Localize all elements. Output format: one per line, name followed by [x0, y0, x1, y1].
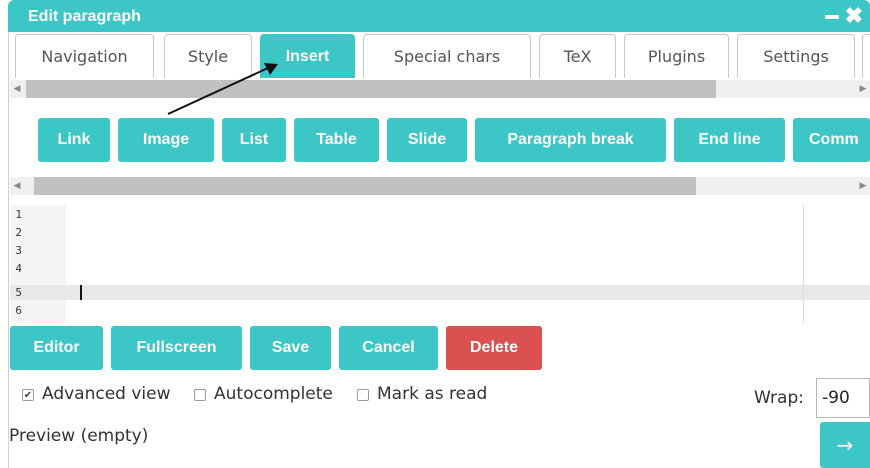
minimize-icon[interactable]	[825, 15, 839, 19]
toolbar-scroll-thumb[interactable]	[34, 177, 696, 195]
paragraph-break-button[interactable]: Paragraph break	[475, 118, 666, 162]
line-number: 2	[15, 226, 22, 239]
end-line-button[interactable]: End line	[674, 118, 785, 162]
tab-overflow[interactable]	[862, 34, 870, 78]
tab-plugins[interactable]: Plugins	[624, 34, 729, 78]
tab-special-chars[interactable]: Special chars	[363, 34, 531, 78]
editor-margin-line	[803, 205, 804, 323]
autocomplete-label: Autocomplete	[214, 384, 333, 404]
annotation-arrow-icon	[167, 63, 278, 115]
tab-settings[interactable]: Settings	[737, 34, 855, 78]
wrap-label: Wrap:	[754, 388, 804, 408]
preview-text: Preview (empty)	[9, 426, 149, 446]
fullscreen-button[interactable]: Fullscreen	[111, 326, 242, 370]
line-number: 6	[15, 304, 22, 317]
dialog-title: Edit paragraph	[28, 8, 141, 25]
close-icon[interactable]: ✖	[843, 5, 865, 27]
mark-as-read-checkbox[interactable]	[357, 389, 369, 401]
scroll-left-icon[interactable]: ◀	[10, 177, 24, 195]
list-button[interactable]: List	[222, 118, 286, 162]
image-button[interactable]: Image	[118, 118, 214, 162]
tabs-scrollbar[interactable]: ◀ ▶	[10, 80, 870, 98]
arrow-right-icon: →	[836, 433, 854, 457]
scroll-right-icon[interactable]: ▶	[856, 80, 870, 98]
scroll-right-icon[interactable]: ▶	[856, 177, 870, 195]
code-editor[interactable]	[66, 205, 803, 323]
go-button[interactable]: →	[820, 422, 870, 468]
line-number: 4	[15, 262, 22, 275]
tabs-scroll-thumb[interactable]	[26, 80, 716, 98]
table-button[interactable]: Table	[294, 118, 379, 162]
link-button[interactable]: Link	[38, 118, 110, 162]
editor-button[interactable]: Editor	[10, 326, 103, 370]
slide-button[interactable]: Slide	[387, 118, 467, 162]
cancel-button[interactable]: Cancel	[339, 326, 438, 370]
line-number: 5	[15, 286, 22, 299]
save-button[interactable]: Save	[250, 326, 331, 370]
scroll-left-icon[interactable]: ◀	[10, 80, 24, 98]
mark-as-read-label: Mark as read	[377, 384, 488, 404]
text-cursor	[80, 285, 82, 300]
advanced-view-checkbox[interactable]: ✔	[22, 389, 34, 401]
wrap-input[interactable]: -90	[816, 378, 870, 418]
delete-button[interactable]: Delete	[446, 326, 542, 370]
comment-button[interactable]: Comm	[793, 118, 870, 162]
tab-navigation[interactable]: Navigation	[15, 34, 154, 78]
tab-tex[interactable]: TeX	[539, 34, 616, 78]
advanced-view-label: Advanced view	[42, 384, 171, 404]
line-number: 3	[15, 244, 22, 257]
toolbar-scrollbar[interactable]: ◀ ▶	[10, 177, 870, 195]
autocomplete-checkbox[interactable]	[194, 389, 206, 401]
line-number: 1	[15, 208, 22, 221]
